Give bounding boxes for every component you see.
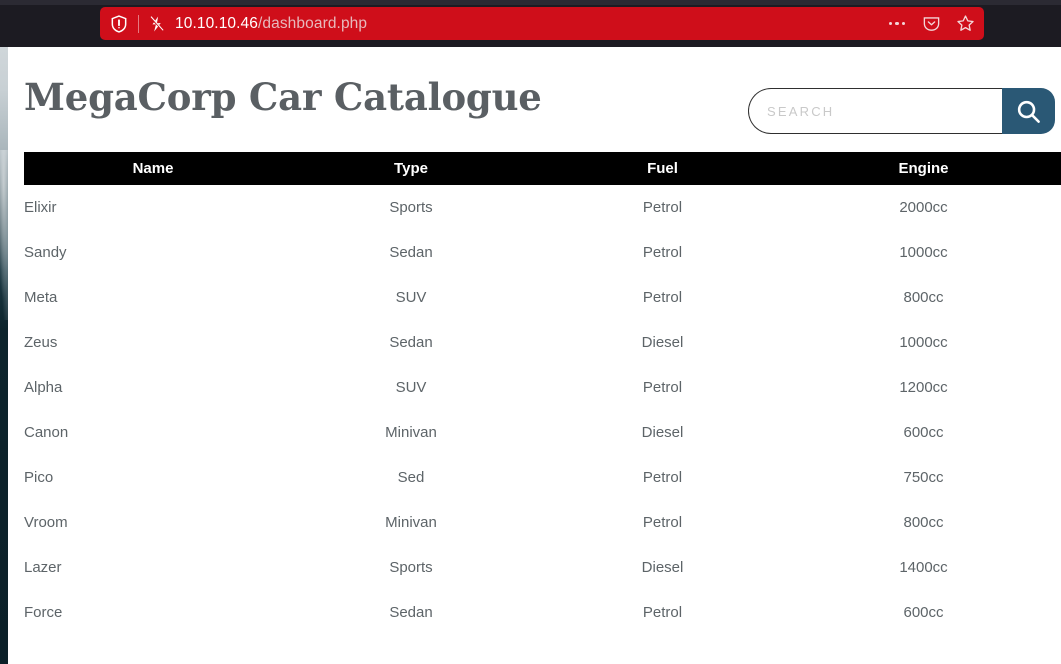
column-header-type[interactable]: Type [282,152,540,185]
cell-engine: 800cc [785,275,1061,320]
cell-fuel: Petrol [540,365,785,410]
table-row: Elixir Sports Petrol 2000cc [24,185,1061,230]
cell-type: Sedan [282,590,540,635]
cell-fuel: Diesel [540,320,785,365]
cell-name: Elixir [24,185,282,230]
address-bar-divider [138,14,139,33]
cell-fuel: Petrol [540,500,785,545]
broken-connection-icon[interactable] [148,14,175,34]
bookmark-star-icon[interactable] [956,14,975,33]
table-body: Elixir Sports Petrol 2000cc Sandy Sedan Petrol… [24,185,1061,635]
cell-engine: 2000cc [785,185,1061,230]
cell-name: Force [24,590,282,635]
table-row: Canon Minivan Diesel 600cc [24,410,1061,455]
cell-name: Sandy [24,230,282,275]
cell-type: Sed [282,455,540,500]
page-title: MegaCorp Car Catalogue [24,75,542,119]
cell-fuel: Petrol [540,455,785,500]
cell-name: Alpha [24,365,282,410]
cell-fuel: Diesel [540,545,785,590]
cell-type: Sports [282,185,540,230]
cell-name: Zeus [24,320,282,365]
table-row: Pico Sed Petrol 750cc [24,455,1061,500]
cell-type: Minivan [282,500,540,545]
cell-fuel: Petrol [540,230,785,275]
cell-engine: 750cc [785,455,1061,500]
table-header-row: Name Type Fuel Engine [24,152,1061,185]
column-header-name[interactable]: Name [24,152,282,185]
cell-engine: 600cc [785,590,1061,635]
cell-fuel: Petrol [540,275,785,320]
cell-engine: 1000cc [785,230,1061,275]
cell-type: SUV [282,275,540,320]
column-header-engine[interactable]: Engine [785,152,1061,185]
address-bar[interactable]: 10.10.10.46/dashboard.php [100,7,984,40]
table-header: Name Type Fuel Engine [24,152,1061,185]
cell-fuel: Petrol [540,185,785,230]
cell-engine: 1200cc [785,365,1061,410]
cell-type: Sports [282,545,540,590]
table-row: Vroom Minivan Petrol 800cc [24,500,1061,545]
cell-engine: 1000cc [785,320,1061,365]
page-header: MegaCorp Car Catalogue [8,47,1061,152]
cell-fuel: Diesel [540,410,785,455]
cell-name: Pico [24,455,282,500]
search-button[interactable] [1002,88,1055,134]
search-input[interactable] [748,88,1002,134]
cell-type: Sedan [282,230,540,275]
cell-name: Lazer [24,545,282,590]
page-viewport: MegaCorp Car Catalogue Name Type Fuel En… [8,47,1061,664]
table-row: Sandy Sedan Petrol 1000cc [24,230,1061,275]
table-row: Zeus Sedan Diesel 1000cc [24,320,1061,365]
cell-engine: 600cc [785,410,1061,455]
shield-icon[interactable] [109,13,129,35]
table-row: Force Sedan Petrol 600cc [24,590,1061,635]
address-bar-actions [887,14,976,33]
url-host: 10.10.10.46 [175,14,258,32]
table-row: Meta SUV Petrol 800cc [24,275,1061,320]
browser-chrome: 10.10.10.46/dashboard.php [0,0,1061,47]
cell-type: Minivan [282,410,540,455]
pocket-icon[interactable] [922,14,941,33]
cell-type: SUV [282,365,540,410]
column-header-fuel[interactable]: Fuel [540,152,785,185]
url-text[interactable]: 10.10.10.46/dashboard.php [175,15,887,33]
table-row: Lazer Sports Diesel 1400cc [24,545,1061,590]
url-path: /dashboard.php [257,14,368,32]
ellipsis-icon[interactable] [887,18,908,30]
cell-name: Meta [24,275,282,320]
table-row: Alpha SUV Petrol 1200cc [24,365,1061,410]
cell-engine: 1400cc [785,545,1061,590]
search-form [748,88,1055,134]
car-catalogue-table: Name Type Fuel Engine Elixir Sports Petrol… [24,152,1061,635]
cell-name: Canon [24,410,282,455]
cell-type: Sedan [282,320,540,365]
cell-engine: 800cc [785,500,1061,545]
cell-fuel: Petrol [540,590,785,635]
cell-name: Vroom [24,500,282,545]
